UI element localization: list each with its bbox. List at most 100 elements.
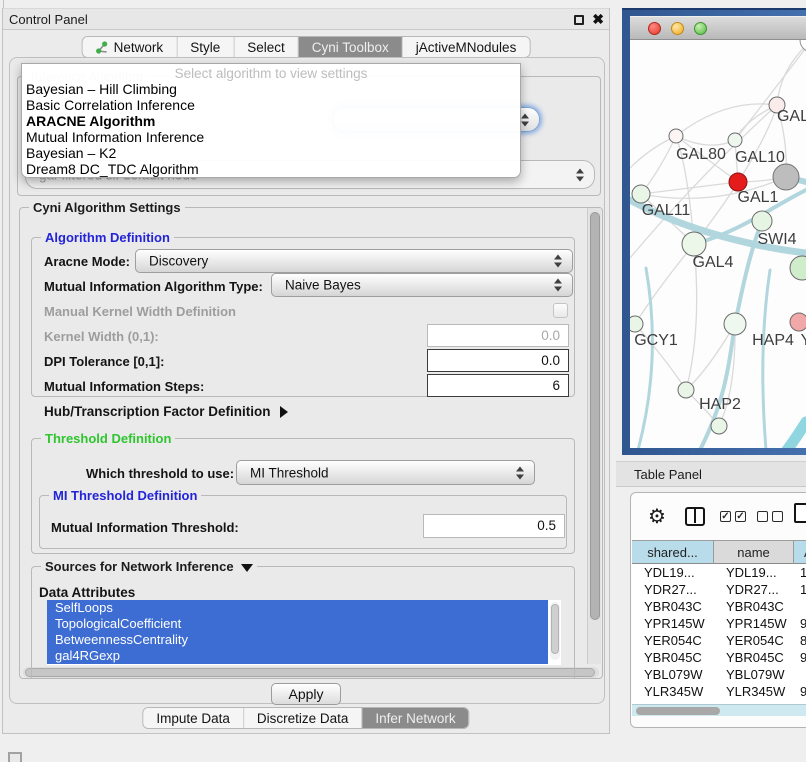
collapsed-panel-icon[interactable] — [8, 752, 22, 762]
dropdown-item-aracne-algorithm[interactable]: ARACNE Algorithm — [22, 113, 520, 129]
table-cell: 8. — [794, 632, 806, 649]
table-toolbar: ⚙ ✓ ✓ — [630, 500, 806, 536]
dropdown-item-dream8-dc-tdc-algorithm[interactable]: Dream8 DC_TDC Algorithm — [22, 161, 520, 177]
node-bottom[interactable] — [711, 418, 727, 434]
file-icon[interactable] — [794, 503, 806, 523]
float-panel-icon[interactable] — [574, 15, 584, 25]
table-row[interactable]: YBL079WYBL079W — [632, 666, 806, 683]
table-cell: YBL079W — [632, 666, 714, 683]
which-threshold-label: Which threshold to use: — [86, 466, 234, 481]
deselect-all-icon[interactable] — [757, 511, 768, 522]
mi-threshold-field[interactable]: 0.5 — [423, 514, 565, 538]
table-row[interactable]: YDR27...YDR27...12 — [632, 581, 806, 598]
column-header-2[interactable]: name — [714, 540, 794, 564]
minimize-traffic-light-icon[interactable] — [671, 22, 684, 35]
node-SWI4[interactable] — [752, 211, 772, 231]
table-row[interactable]: YER054CYER054C8. — [632, 632, 806, 649]
close-icon[interactable]: ✖ — [592, 11, 604, 28]
mi-steps-field[interactable]: 6 — [427, 374, 569, 397]
which-threshold-value: MI Threshold — [250, 465, 329, 480]
select-all-icon[interactable]: ✓ — [720, 511, 731, 522]
split-columns-icon[interactable] — [685, 507, 705, 526]
node-label-GAL: GAL — [777, 108, 806, 125]
manual-kernel-label: Manual Kernel Width Definition — [44, 304, 236, 319]
network-edge[interactable] — [641, 182, 738, 194]
mi-threshold-group-title: MI Threshold Definition — [49, 488, 201, 503]
tab-discretize-data[interactable]: Discretize Data — [244, 708, 363, 728]
network-icon — [96, 41, 109, 54]
expand-right-icon — [280, 406, 288, 418]
gear-icon[interactable]: ⚙ — [648, 504, 666, 529]
dropdown-item-mutual-information-inference[interactable]: Mutual Information Inference — [22, 129, 520, 145]
network-edge[interactable] — [787, 422, 806, 448]
network-graph[interactable]: GALGAL80GAL10GAL1GAL11SWI4GAL4GCY1HAP4YH… — [630, 40, 806, 448]
network-edge[interactable] — [676, 136, 735, 145]
node-GAL80[interactable] — [669, 129, 683, 143]
table-cell: 9. — [794, 683, 806, 700]
node-GAL10[interactable] — [728, 133, 742, 147]
tab-style[interactable]: Style — [177, 37, 234, 57]
control-panel-window: Control Panel ✖ NetworkStyleSelectCyni T… — [2, 8, 610, 734]
sources-group: Sources for Network Inference — [31, 566, 575, 679]
node-GAL11[interactable] — [632, 185, 650, 203]
node-label-Y: Y — [801, 332, 806, 349]
node-HAP2[interactable] — [678, 382, 694, 398]
tab-infer-network[interactable]: Infer Network — [362, 708, 468, 728]
collapse-down-icon — [241, 564, 253, 572]
settings-vertical-scrollbar[interactable] — [587, 208, 601, 664]
mi-steps-label: Mutual Information Steps: — [44, 379, 204, 394]
table-cell: YBR045C — [632, 649, 714, 666]
node-label-GAL80: GAL80 — [676, 146, 726, 163]
tab-jactivemnodules[interactable]: jActiveMNodules — [403, 37, 530, 57]
mi-algorithm-type-combobox[interactable]: Naive Bayes — [271, 273, 573, 297]
sources-group-toggle[interactable]: Sources for Network Inference — [41, 559, 257, 574]
network-edge[interactable] — [777, 40, 806, 105]
apply-button[interactable]: Apply — [271, 683, 341, 705]
dropdown-item-bayesian-hill-climbing[interactable]: Bayesian – Hill Climbing — [22, 81, 520, 97]
node-GCY1[interactable] — [630, 316, 643, 332]
close-traffic-light-icon[interactable] — [648, 22, 661, 35]
network-edge[interactable] — [638, 268, 652, 448]
aracne-mode-combobox[interactable]: Discovery — [135, 249, 573, 273]
tab-select[interactable]: Select — [234, 37, 299, 57]
dpi-tolerance-field[interactable]: 0.0 — [427, 349, 569, 372]
network-canvas[interactable]: GALGAL80GAL10GAL1GAL11SWI4GAL4GCY1HAP4YH… — [630, 40, 806, 448]
column-header-3[interactable]: A — [794, 540, 806, 564]
column-header-1[interactable]: shared... — [632, 540, 714, 564]
deselect-all-icon-2[interactable] — [772, 511, 783, 522]
table-hscroll-thumb[interactable] — [636, 707, 720, 715]
tab-impute-data[interactable]: Impute Data — [143, 708, 244, 728]
which-threshold-combobox[interactable]: MI Threshold — [236, 460, 535, 485]
node-Y-pink[interactable] — [790, 313, 806, 331]
tab-network[interactable]: Network — [83, 37, 178, 57]
manual-kernel-checkbox[interactable] — [553, 303, 568, 318]
table-cell: YDR27... — [632, 581, 714, 598]
node-HAP4[interactable] — [724, 313, 746, 335]
tab-cyni-toolbox[interactable]: Cyni Toolbox — [299, 37, 403, 57]
settings-scroll-thumb[interactable] — [590, 212, 600, 620]
kernel-width-field[interactable]: 0.0 — [427, 324, 569, 347]
dropdown-item-bayesian-k2[interactable]: Bayesian – K2 — [22, 145, 520, 161]
network-edge[interactable] — [635, 244, 694, 324]
network-edge[interactable] — [630, 136, 676, 168]
table-header-row: shared...nameA — [632, 540, 806, 564]
table-row[interactable]: YBR043CYBR043C — [632, 598, 806, 615]
table-horizontal-scrollbar[interactable] — [632, 704, 806, 716]
table-row[interactable]: YPR145WYPR145W9. — [632, 615, 806, 632]
table-row[interactable]: YDL19...YDL19...13 — [632, 564, 806, 581]
table-row[interactable]: YBR045CYBR045C9. — [632, 649, 806, 666]
node-GAL4[interactable] — [682, 232, 706, 256]
node-green-right[interactable] — [790, 256, 806, 280]
hub-definition-toggle[interactable]: Hub/Transcription Factor Definition — [44, 404, 288, 419]
table-cell — [794, 598, 806, 615]
select-all-icon-2[interactable]: ✓ — [735, 511, 746, 522]
table-panel-title: Table Panel — [634, 467, 702, 482]
node-gray[interactable] — [773, 164, 799, 190]
dropdown-item-basic-correlation-inference[interactable]: Basic Correlation Inference — [22, 97, 520, 113]
control-panel-title: Control Panel — [9, 12, 88, 27]
network-edge[interactable] — [763, 270, 770, 448]
table-row[interactable]: YLR345WYLR345W9. — [632, 683, 806, 700]
table-cell: YPR145W — [714, 615, 794, 632]
zoom-traffic-light-icon[interactable] — [694, 22, 707, 35]
network-edge[interactable] — [676, 104, 777, 136]
